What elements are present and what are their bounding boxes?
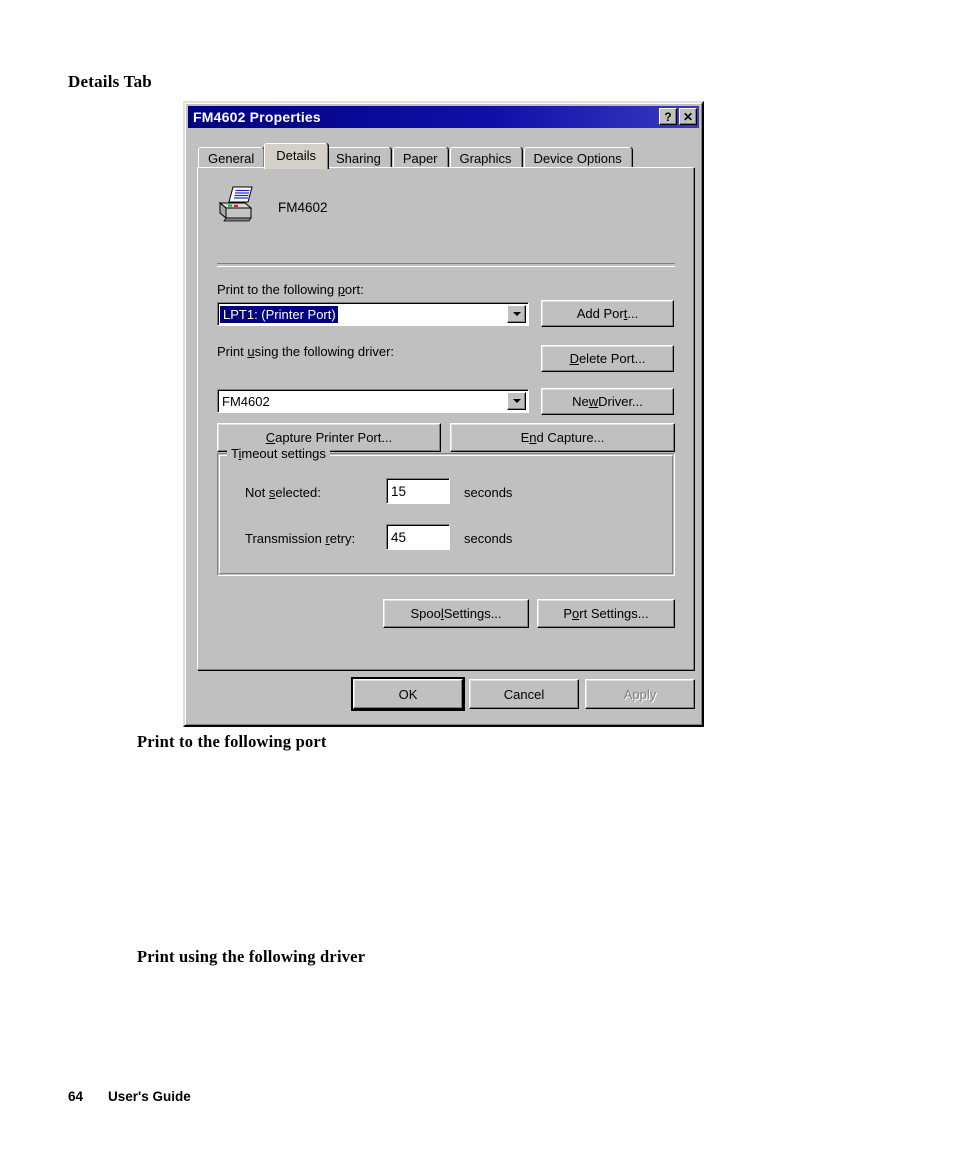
- help-icon[interactable]: ?: [659, 108, 677, 125]
- apply-button[interactable]: Apply: [585, 679, 695, 709]
- driver-label: Print using the following driver:: [217, 344, 395, 359]
- port-selected-value: LPT1: (Printer Port): [220, 305, 338, 323]
- dialog-title: FM4602 Properties: [193, 109, 321, 125]
- page-footer: 64 User's Guide: [68, 1089, 191, 1104]
- transmission-retry-label: Transmission retry:: [245, 531, 356, 546]
- titlebar-buttons: ? ✕: [659, 108, 697, 125]
- driver-selected-value: FM4602: [222, 393, 270, 409]
- not-selected-value: 15: [391, 483, 407, 499]
- tab-device-options[interactable]: Device Options: [523, 147, 632, 169]
- port-label: Print to the following port:: [217, 282, 364, 297]
- driver-combobox[interactable]: FM4602: [217, 389, 529, 413]
- body-heading-print-to-port: Print to the following port: [137, 732, 327, 751]
- tab-details[interactable]: Details: [264, 143, 328, 169]
- printer-identity-row: FM4602: [216, 186, 328, 229]
- add-port-button[interactable]: Add Por t...: [541, 300, 674, 327]
- printer-icon: [216, 186, 256, 229]
- footer-label: User's Guide: [108, 1089, 191, 1104]
- tab-general[interactable]: General: [198, 147, 265, 169]
- not-selected-label: Not selected:: [245, 485, 321, 500]
- close-icon[interactable]: ✕: [679, 108, 697, 125]
- dialog-titlebar: FM4602 Properties ? ✕: [188, 106, 699, 128]
- timeout-settings-title: Timeout settings: [227, 446, 330, 461]
- cancel-button[interactable]: Cancel: [469, 679, 579, 709]
- printer-properties-dialog: FM4602 Properties ? ✕ General Details Sh…: [183, 101, 704, 727]
- new-driver-button[interactable]: Ne w Driver...: [541, 388, 674, 415]
- end-capture-button[interactable]: End Capture...: [450, 423, 675, 452]
- groupbox-bevel: [219, 455, 673, 574]
- chevron-down-icon[interactable]: [507, 305, 526, 323]
- not-selected-input[interactable]: 15: [386, 478, 450, 504]
- tab-paper[interactable]: Paper: [392, 147, 448, 169]
- tabstrip: General Details Sharing Paper Graphics D…: [198, 143, 634, 169]
- port-combobox[interactable]: LPT1: (Printer Port): [217, 302, 529, 326]
- timeout-settings-group: Timeout settings Not selected: 15 second…: [217, 446, 675, 576]
- transmission-retry-value: 45: [391, 529, 407, 545]
- not-selected-unit: seconds: [464, 485, 513, 500]
- transmission-retry-input[interactable]: 45: [386, 524, 450, 550]
- spool-settings-button[interactable]: Spoo l Settings...: [383, 599, 529, 628]
- transmission-retry-unit: seconds: [464, 531, 513, 546]
- tab-graphics[interactable]: Graphics: [449, 147, 522, 169]
- delete-port-button[interactable]: Delete Port...: [541, 345, 674, 372]
- divider: [217, 263, 675, 267]
- tab-sharing[interactable]: Sharing: [326, 147, 391, 169]
- chevron-down-icon[interactable]: [507, 392, 526, 410]
- port-settings-button[interactable]: Po rt Settings...: [537, 599, 675, 628]
- printer-name-label: FM4602: [278, 200, 328, 215]
- details-tab-panel: FM4602 Print to the following port: LPT1…: [197, 167, 694, 670]
- page-number: 64: [68, 1089, 84, 1104]
- page-section-title: Details Tab: [68, 72, 152, 91]
- ok-button[interactable]: OK: [351, 677, 465, 711]
- body-heading-print-using-driver: Print using the following driver: [137, 947, 366, 966]
